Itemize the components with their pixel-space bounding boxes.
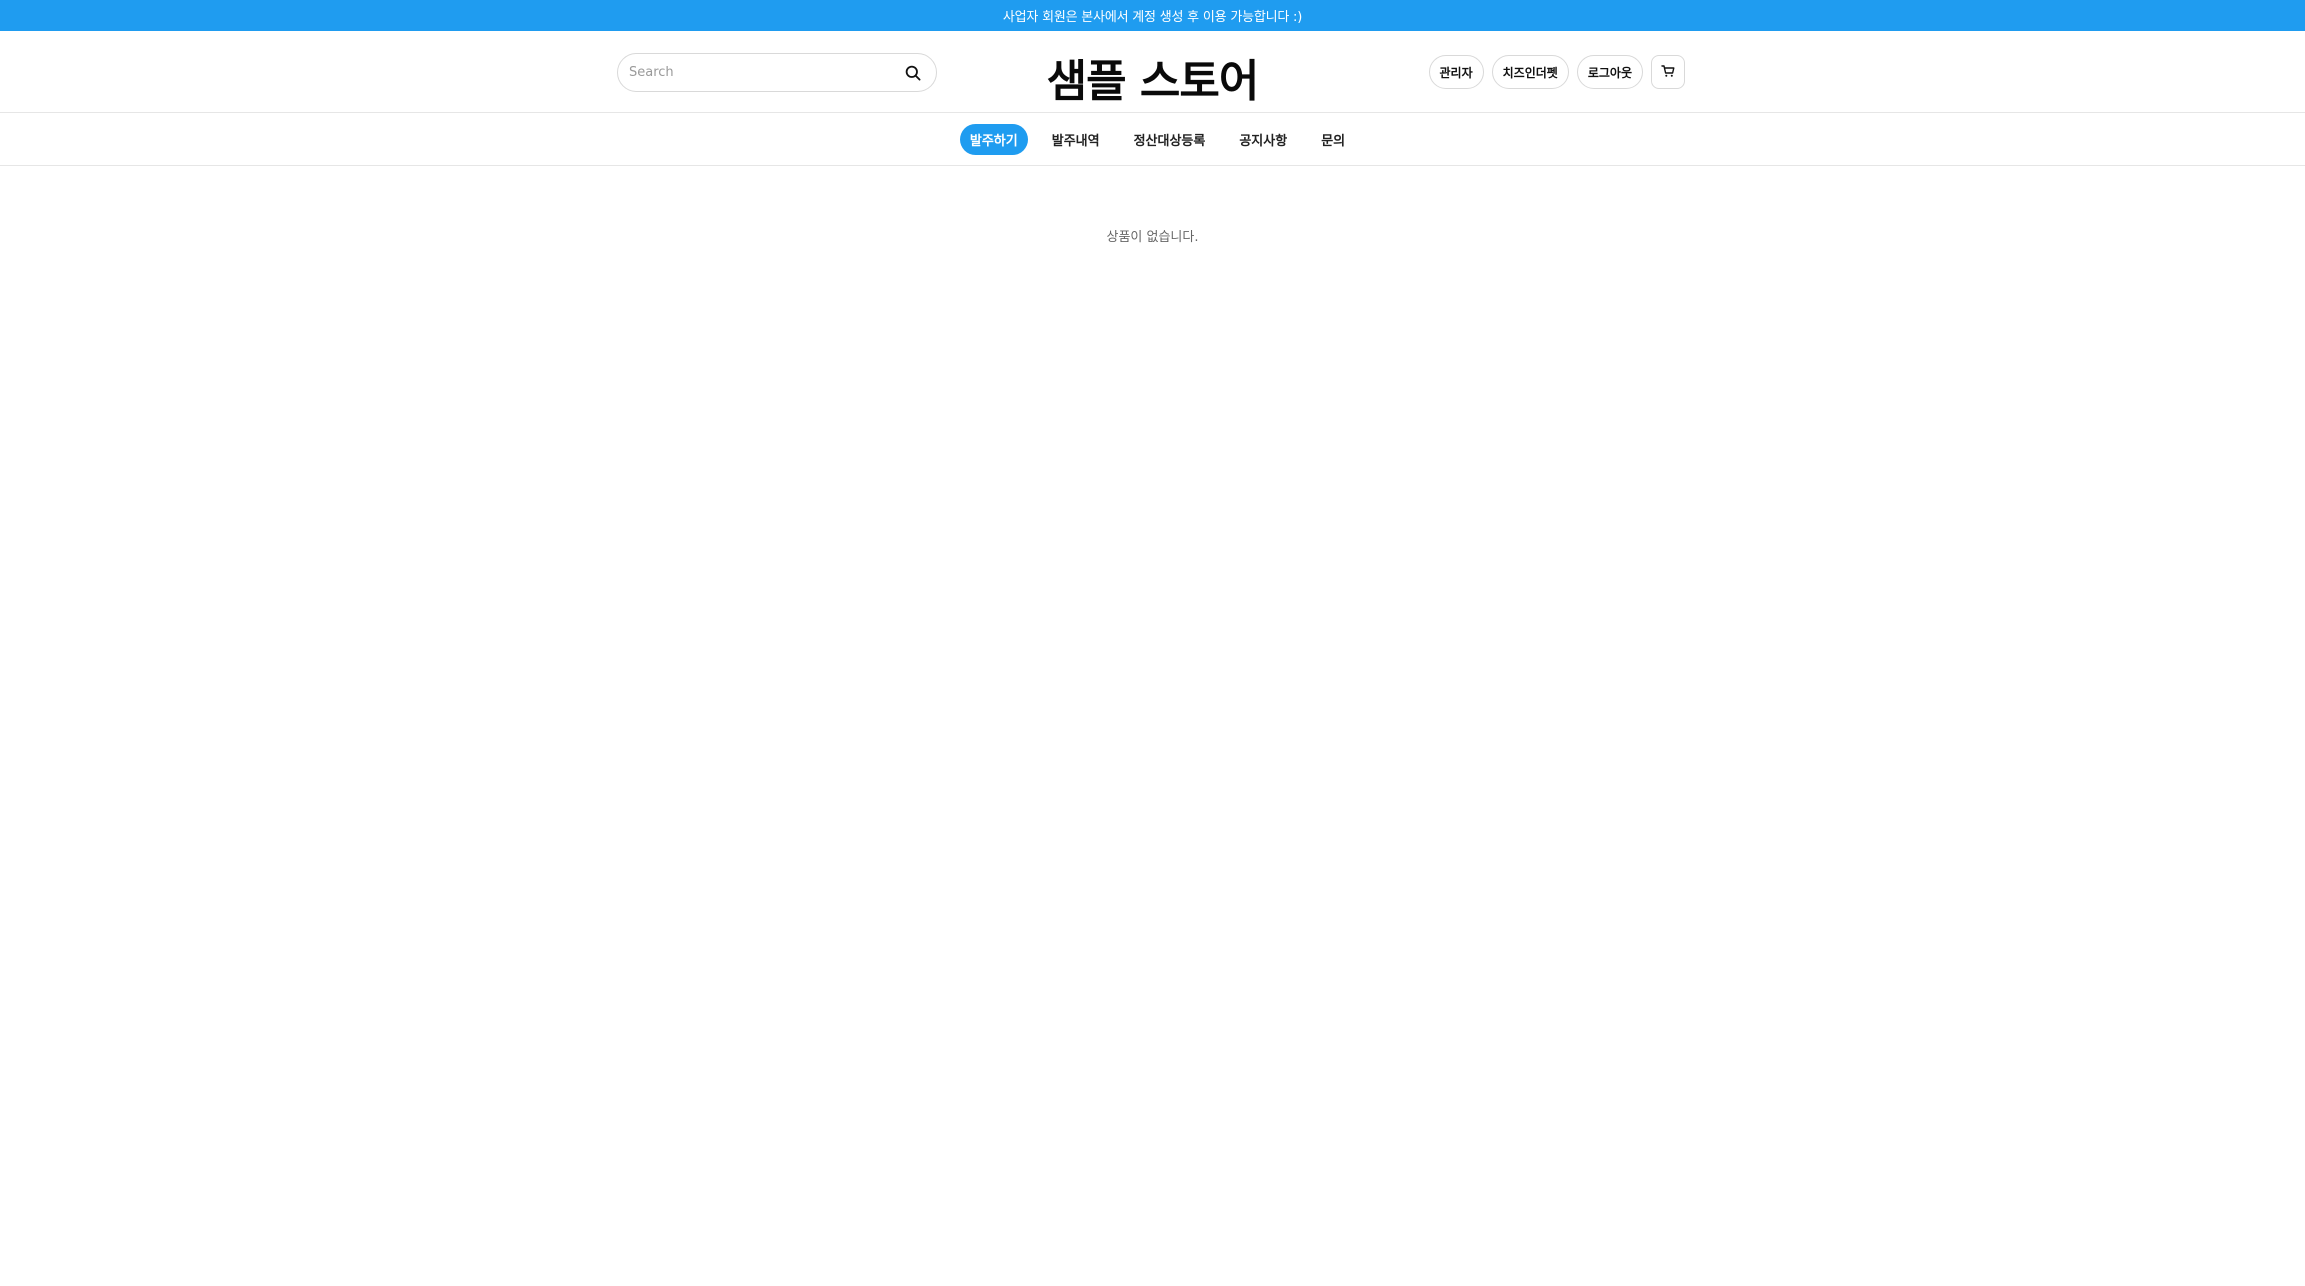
site-header: 샘플 스토어 관리자 치즈인더펫 로그아웃 — [0, 31, 2305, 113]
logout-button[interactable]: 로그아웃 — [1576, 55, 1643, 89]
nav-item-order-history[interactable]: 발주내역 — [1042, 124, 1110, 155]
admin-button[interactable]: 관리자 — [1428, 55, 1484, 89]
header-actions: 관리자 치즈인더펫 로그아웃 — [1428, 55, 1685, 89]
main-content: 상품이 없습니다. — [0, 226, 2305, 245]
announcement-text: 사업자 회원은 본사에서 계정 생성 후 이용 가능합니다 :) — [1002, 10, 1303, 25]
cart-button[interactable] — [1651, 55, 1685, 89]
cart-icon — [1661, 64, 1675, 81]
search-icon[interactable] — [902, 62, 924, 84]
nav-item-order[interactable]: 발주하기 — [959, 123, 1028, 155]
store-logo[interactable]: 샘플 스토어 — [0, 45, 2305, 109]
cheese-in-the-pet-button[interactable]: 치즈인더펫 — [1491, 55, 1569, 89]
empty-products-message: 상품이 없습니다. — [1106, 230, 1199, 245]
nav-item-notice[interactable]: 공지사항 — [1229, 124, 1297, 155]
search-box — [617, 53, 937, 92]
search-input[interactable] — [629, 65, 902, 80]
nav-item-settlement-register[interactable]: 정산대상등록 — [1124, 124, 1216, 155]
nav-item-inquiry[interactable]: 문의 — [1311, 124, 1355, 155]
main-nav: 발주하기 발주내역 정산대상등록 공지사항 문의 — [0, 113, 2305, 166]
announcement-bar: 사업자 회원은 본사에서 계정 생성 후 이용 가능합니다 :) — [0, 0, 2305, 31]
